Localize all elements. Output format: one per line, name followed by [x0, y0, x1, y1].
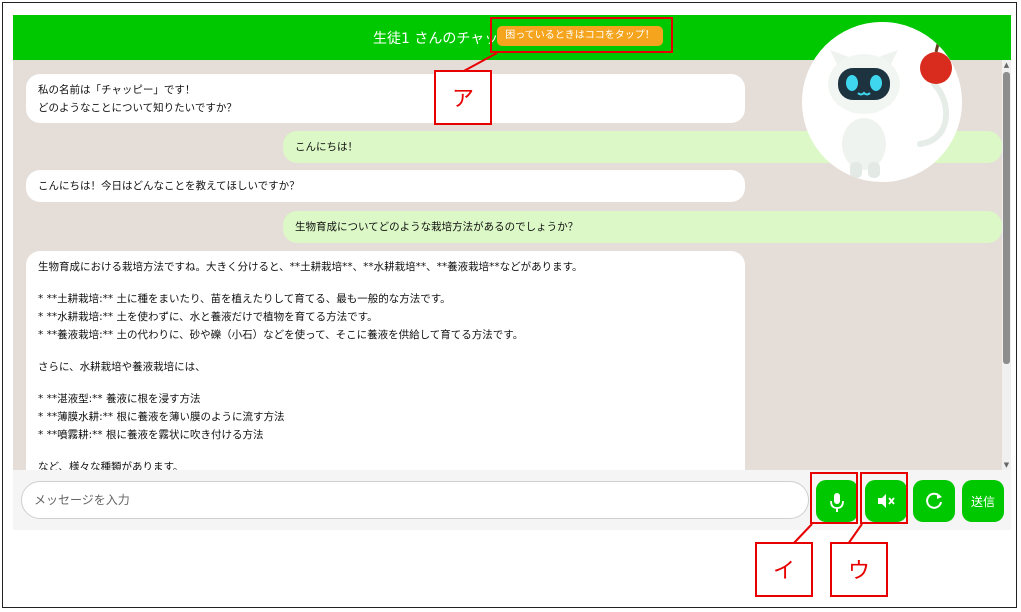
annotation-lines: [461, 52, 863, 545]
annotation-label-i: イ: [755, 542, 813, 597]
annotation-label-a: ア: [434, 70, 492, 125]
annotation-label-u: ウ: [830, 542, 888, 597]
